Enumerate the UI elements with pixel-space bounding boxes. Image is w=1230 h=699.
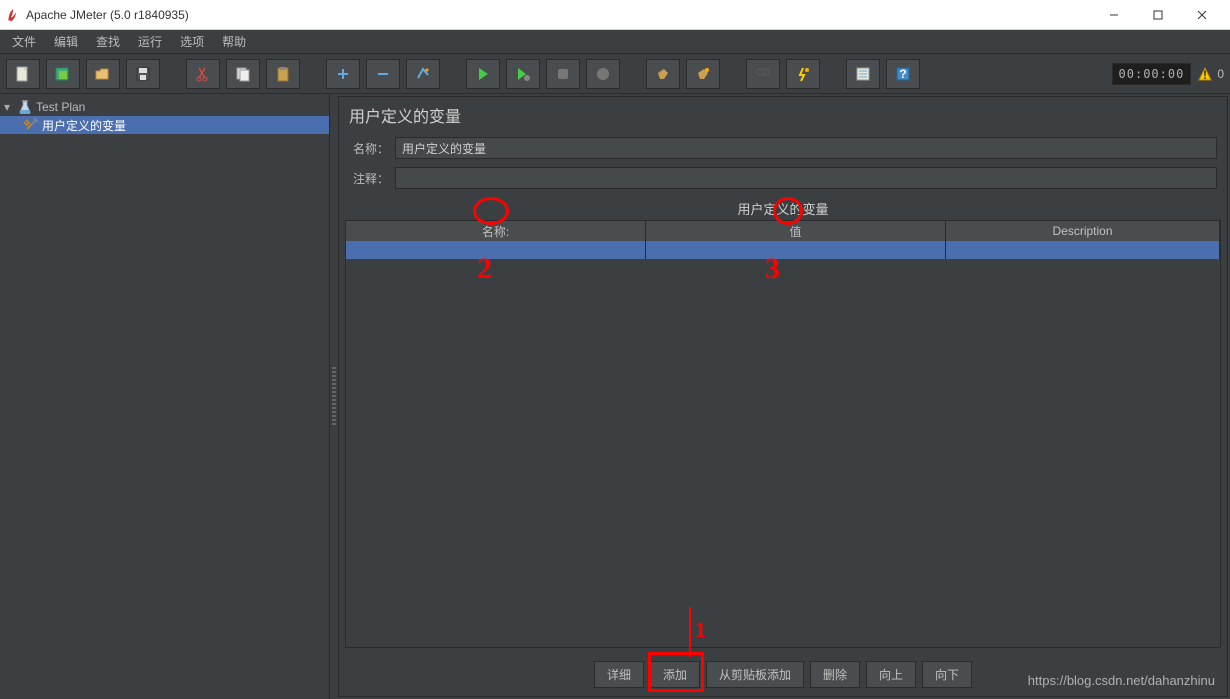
new-button[interactable] xyxy=(6,59,40,89)
clear-button[interactable] xyxy=(646,59,680,89)
open-button[interactable] xyxy=(86,59,120,89)
reset-search-button[interactable] xyxy=(786,59,820,89)
test-plan-tree[interactable]: ▾ Test Plan 用户定义的变量 xyxy=(0,94,330,699)
search-button[interactable] xyxy=(746,59,780,89)
window-title: Apache JMeter (5.0 r1840935) xyxy=(26,8,189,22)
tree-label-testplan: Test Plan xyxy=(36,100,85,114)
menu-options[interactable]: 选项 xyxy=(172,31,212,52)
start-no-pause-button[interactable] xyxy=(506,59,540,89)
splitter[interactable] xyxy=(330,94,338,699)
col-value[interactable]: 值 xyxy=(646,221,946,241)
svg-text:!: ! xyxy=(1203,68,1207,82)
tree-label-user-vars: 用户定义的变量 xyxy=(42,117,126,134)
warning-icon: ! xyxy=(1197,66,1213,82)
jmeter-logo-icon xyxy=(6,8,20,22)
tree-node-testplan[interactable]: ▾ Test Plan xyxy=(0,98,329,116)
cut-button[interactable] xyxy=(186,59,220,89)
menu-bar: 文件 编辑 查找 运行 选项 帮助 xyxy=(0,30,1230,54)
clear-all-button[interactable] xyxy=(686,59,720,89)
section-title: 用户定义的变量 xyxy=(339,193,1227,220)
table-row[interactable] xyxy=(346,241,1220,259)
help-button[interactable]: ? xyxy=(886,59,920,89)
maximize-button[interactable] xyxy=(1136,0,1180,30)
detail-button[interactable]: 详细 xyxy=(594,661,644,688)
minimize-button[interactable] xyxy=(1092,0,1136,30)
expand-button[interactable] xyxy=(326,59,360,89)
col-name[interactable]: 名称: xyxy=(346,221,646,241)
beaker-icon xyxy=(18,100,32,114)
up-button[interactable]: 向上 xyxy=(866,661,916,688)
start-button[interactable] xyxy=(466,59,500,89)
toolbar: ? 00:00:00 ! 0 xyxy=(0,54,1230,94)
from-clipboard-button[interactable]: 从剪贴板添加 xyxy=(706,661,804,688)
tree-arrow-icon[interactable]: ▾ xyxy=(4,100,14,114)
delete-button[interactable]: 删除 xyxy=(810,661,860,688)
collapse-button[interactable] xyxy=(366,59,400,89)
add-button[interactable]: 添加 xyxy=(650,661,700,688)
shutdown-button[interactable] xyxy=(586,59,620,89)
paste-button[interactable] xyxy=(266,59,300,89)
variables-table[interactable]: 名称: 值 Description xyxy=(345,220,1221,648)
menu-edit[interactable]: 编辑 xyxy=(46,31,86,52)
svg-text:?: ? xyxy=(899,67,906,81)
config-panel: 用户定义的变量 名称： 注释： 用户定义的变量 名称: 值 Descriptio… xyxy=(338,96,1228,697)
stop-button[interactable] xyxy=(546,59,580,89)
templates-button[interactable] xyxy=(46,59,80,89)
menu-help[interactable]: 帮助 xyxy=(214,31,254,52)
warning-count: 0 xyxy=(1217,67,1224,81)
comment-input[interactable] xyxy=(395,167,1217,189)
menu-run[interactable]: 运行 xyxy=(130,31,170,52)
save-button[interactable] xyxy=(126,59,160,89)
function-helper-button[interactable] xyxy=(846,59,880,89)
name-label: 名称： xyxy=(349,140,389,157)
button-bar: 详细 添加 从剪贴板添加 删除 向上 向下 xyxy=(339,653,1227,696)
comment-label: 注释： xyxy=(349,170,389,187)
down-button[interactable]: 向下 xyxy=(922,661,972,688)
name-input[interactable] xyxy=(395,137,1217,159)
col-description[interactable]: Description xyxy=(946,221,1220,241)
tree-node-user-vars[interactable]: 用户定义的变量 xyxy=(0,116,329,134)
close-button[interactable] xyxy=(1180,0,1224,30)
wrench-icon xyxy=(24,118,38,132)
menu-file[interactable]: 文件 xyxy=(4,31,44,52)
window-titlebar: Apache JMeter (5.0 r1840935) xyxy=(0,0,1230,30)
copy-button[interactable] xyxy=(226,59,260,89)
toggle-button[interactable] xyxy=(406,59,440,89)
elapsed-time: 00:00:00 xyxy=(1112,63,1192,85)
panel-title: 用户定义的变量 xyxy=(339,97,1227,133)
warning-indicator: ! 0 xyxy=(1197,66,1224,82)
menu-search[interactable]: 查找 xyxy=(88,31,128,52)
